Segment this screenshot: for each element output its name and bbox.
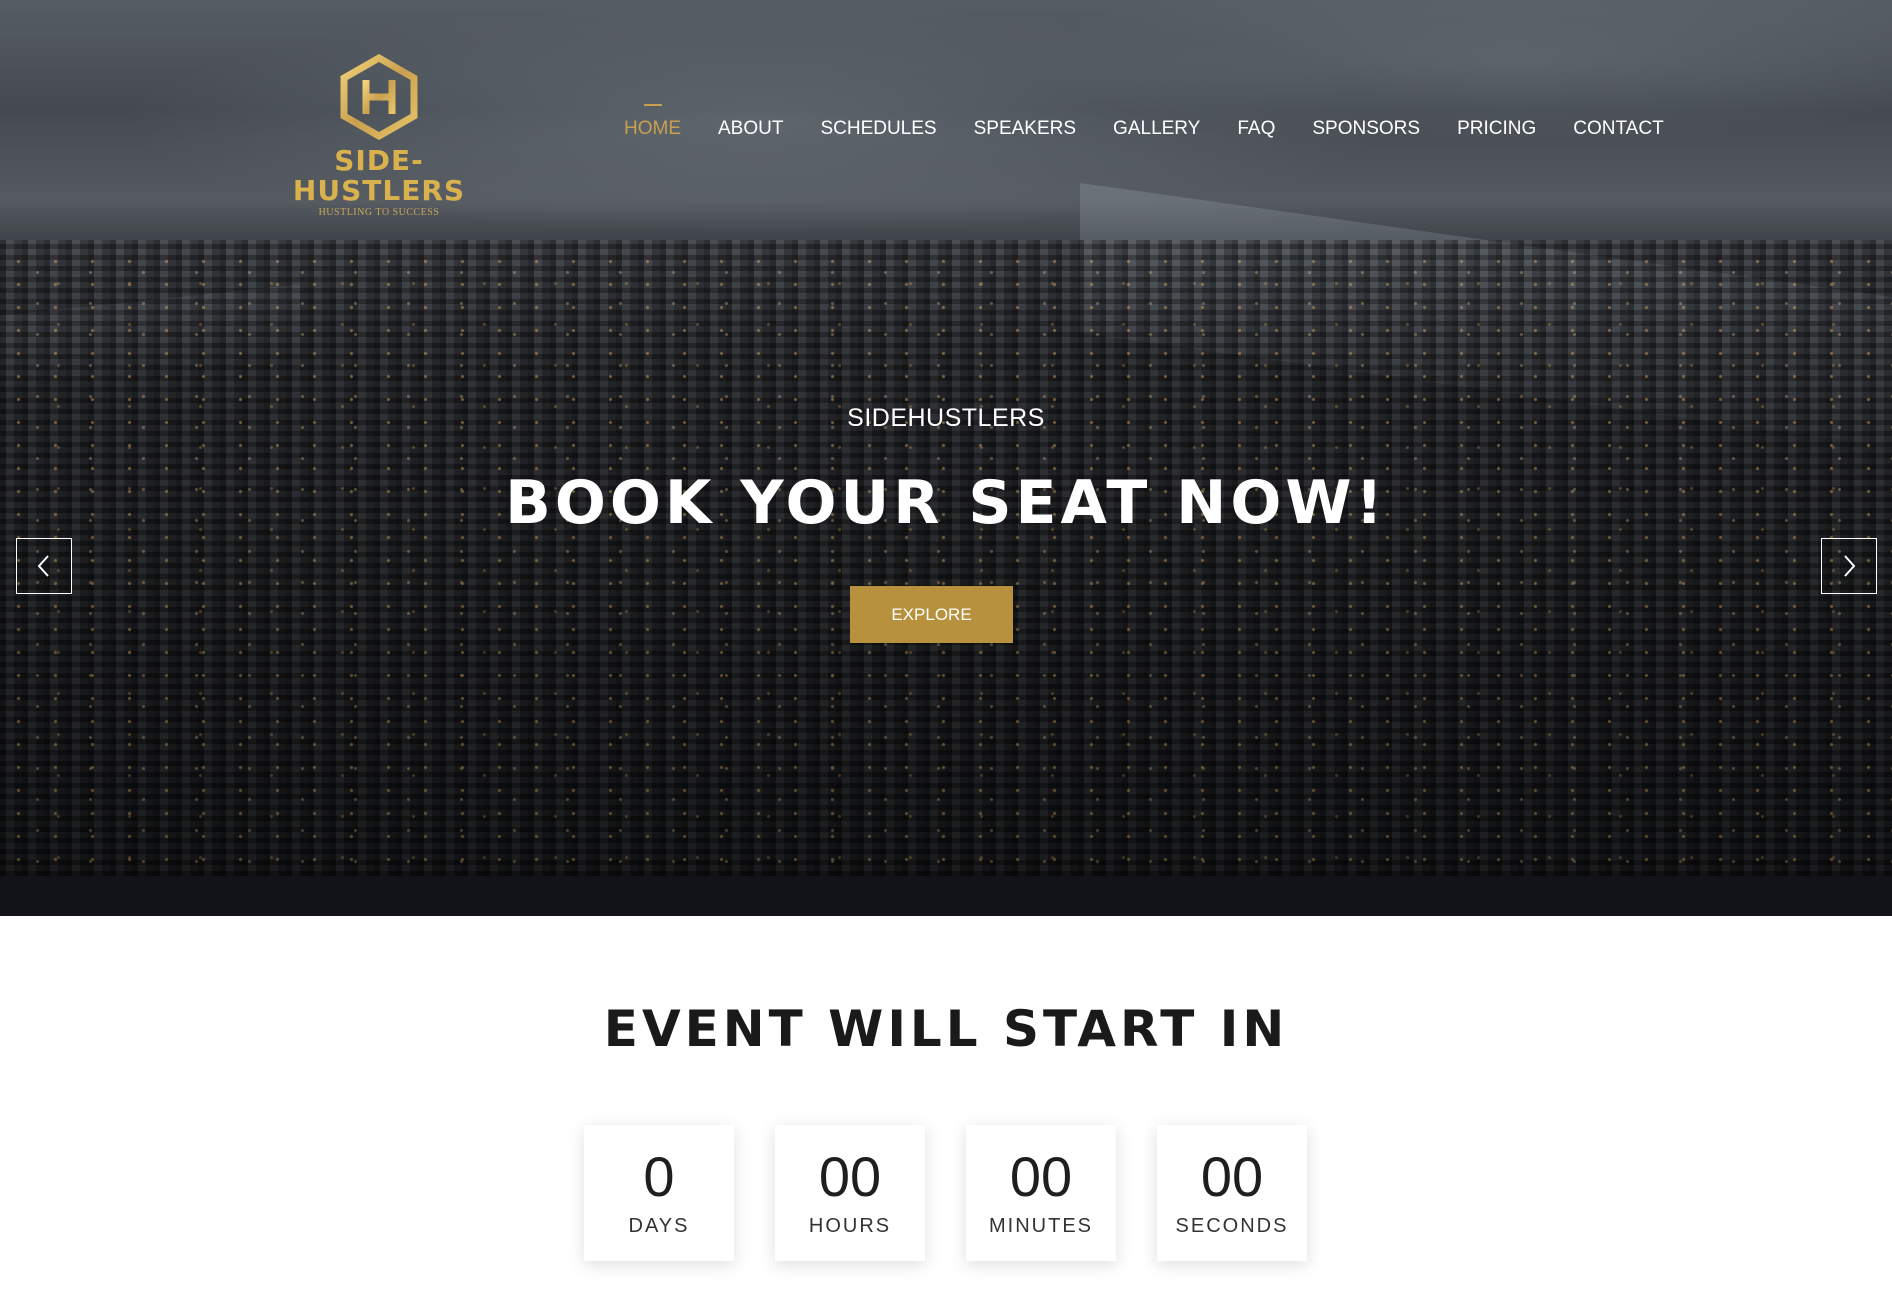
countdown-days-value: 0 [643, 1145, 675, 1208]
explore-button[interactable]: EXPLORE [850, 586, 1013, 643]
countdown-hours: 00 HOURS [775, 1125, 925, 1261]
logo-name: SIDE-HUSTLERS [292, 144, 466, 207]
countdown-title: EVENT WILL START IN [603, 1000, 1289, 1058]
hero-bottom-strip [0, 876, 1892, 916]
hero-kicker: SIDEHUSTLERS [847, 404, 1045, 432]
countdown-hours-value: 00 [818, 1145, 882, 1208]
nav-item-gallery[interactable]: GALLERY [1113, 116, 1200, 144]
chevron-left-icon [37, 555, 49, 577]
site-logo[interactable]: SIDE-HUSTLERS HUSTLING TO SUCCESS [268, 54, 490, 218]
nav-item-home[interactable]: HOME [624, 104, 681, 144]
main-nav: HOME ABOUT SCHEDULES SPEAKERS GALLERY FA… [624, 104, 1664, 144]
nav-item-about[interactable]: ABOUT [718, 116, 783, 144]
nav-item-contact[interactable]: CONTACT [1573, 116, 1663, 144]
slider-prev-button[interactable] [16, 538, 72, 594]
hero-slider: SIDE-HUSTLERS HUSTLING TO SUCCESS HOME A… [0, 0, 1892, 916]
nav-item-pricing[interactable]: PRICING [1457, 116, 1536, 144]
nav-item-schedules[interactable]: SCHEDULES [820, 116, 936, 144]
logo-hexagon-icon [340, 54, 418, 140]
hero-title: BOOK YOUR SEAT NOW! [505, 468, 1387, 538]
countdown-seconds: 00 SECONDS [1157, 1125, 1307, 1261]
countdown-minutes-label: MINUTES [989, 1215, 1093, 1237]
countdown-minutes: 00 MINUTES [966, 1125, 1116, 1261]
countdown-minutes-value: 00 [1009, 1145, 1073, 1208]
chevron-right-icon [1844, 555, 1856, 577]
logo-tagline: HUSTLING TO SUCCESS [318, 207, 440, 218]
nav-item-sponsors[interactable]: SPONSORS [1312, 116, 1420, 144]
countdown-timer: 0 DAYS 00 HOURS 00 MINUTES 00 SECONDS [584, 1125, 1307, 1261]
countdown-days: 0 DAYS [584, 1125, 734, 1261]
countdown-hours-label: HOURS [808, 1215, 892, 1237]
nav-item-speakers[interactable]: SPEAKERS [974, 116, 1076, 144]
countdown-seconds-value: 00 [1200, 1145, 1264, 1208]
countdown-days-label: DAYS [628, 1215, 690, 1237]
countdown-seconds-label: SECONDS [1175, 1215, 1289, 1237]
slider-next-button[interactable] [1821, 538, 1877, 594]
nav-item-faq[interactable]: FAQ [1237, 116, 1275, 144]
